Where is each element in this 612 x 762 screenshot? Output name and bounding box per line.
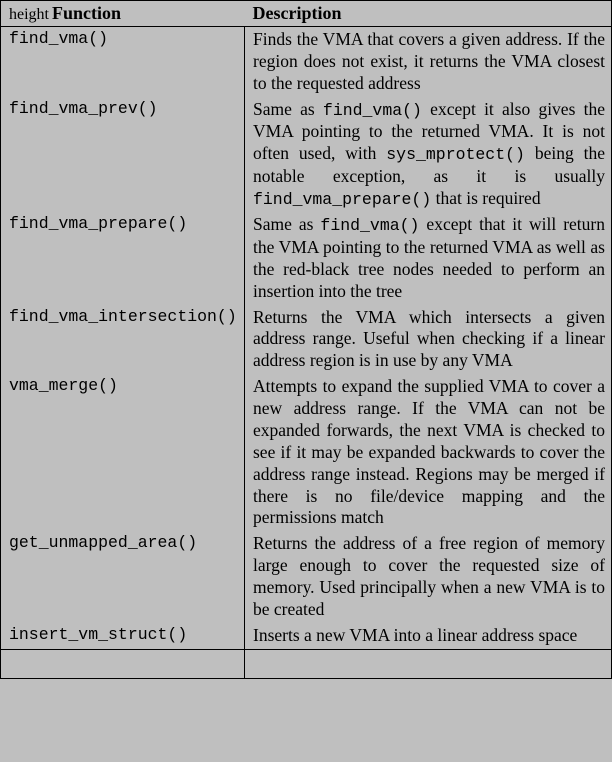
func-desc: Returns the VMA which intersects a given… — [245, 305, 612, 375]
func-name: find_vma_intersection() — [1, 305, 245, 375]
table-row: vma_merge() Attempts to expand the suppl… — [1, 374, 612, 531]
header-function: heightFunction — [1, 1, 245, 27]
func-desc: Finds the VMA that covers a given addres… — [245, 27, 612, 97]
footer-cell — [245, 649, 612, 678]
table-row: find_vma_prev() Same as find_vma() excep… — [1, 97, 612, 213]
table-row: insert_vm_struct() Inserts a new VMA int… — [1, 623, 612, 649]
func-desc: Inserts a new VMA into a linear address … — [245, 623, 612, 649]
table-row: find_vma() Finds the VMA that covers a g… — [1, 27, 612, 97]
height-label: height — [9, 6, 49, 23]
table-row: find_vma_prepare() Same as find_vma() ex… — [1, 212, 612, 304]
table-row: get_unmapped_area() Returns the address … — [1, 531, 612, 623]
table-row: find_vma_intersection() Returns the VMA … — [1, 305, 612, 375]
func-name: find_vma_prev() — [1, 97, 245, 213]
func-desc: Same as find_vma() except that it will r… — [245, 212, 612, 304]
header-row: heightFunction Description — [1, 1, 612, 27]
header-function-label: Function — [52, 3, 121, 23]
func-name: get_unmapped_area() — [1, 531, 245, 623]
footer-row — [1, 649, 612, 678]
func-desc: Attempts to expand the supplied VMA to c… — [245, 374, 612, 531]
header-description: Description — [245, 1, 612, 27]
func-name: find_vma_prepare() — [1, 212, 245, 304]
func-desc: Returns the address of a free region of … — [245, 531, 612, 623]
func-name: find_vma() — [1, 27, 245, 97]
func-name: vma_merge() — [1, 374, 245, 531]
func-desc: Same as find_vma() except it also gives … — [245, 97, 612, 213]
func-name: insert_vm_struct() — [1, 623, 245, 649]
function-table: heightFunction Description find_vma() Fi… — [0, 0, 612, 679]
footer-cell — [1, 649, 245, 678]
